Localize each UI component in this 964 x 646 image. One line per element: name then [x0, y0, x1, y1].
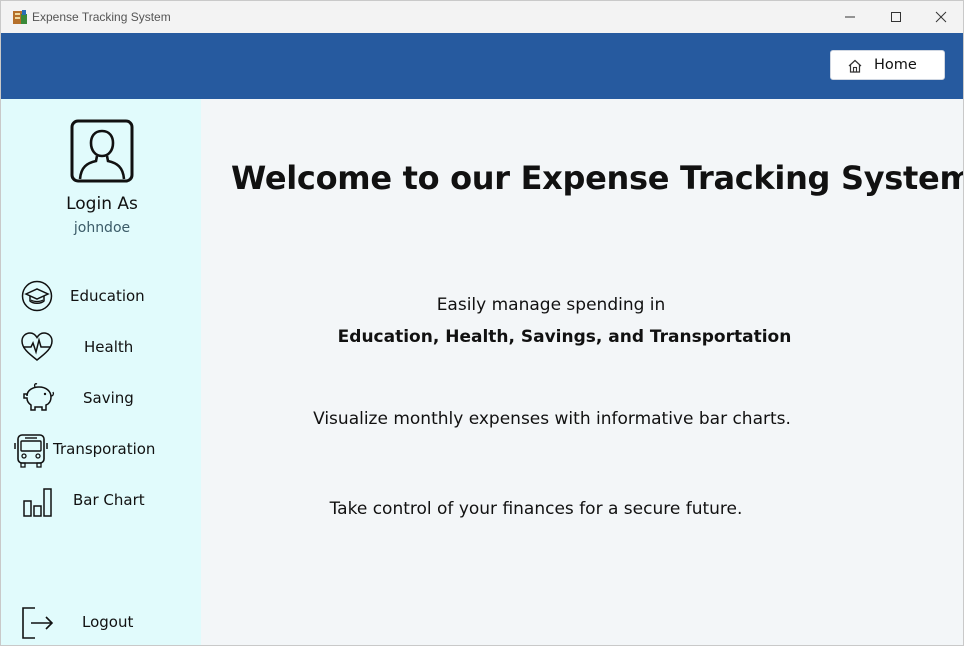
page-title: Welcome to our Expense Tracking System! [231, 159, 964, 197]
sidebar-item-education[interactable]: Education [1, 276, 201, 316]
visualize-text: Visualize monthly expenses with informat… [313, 409, 791, 429]
main-content: Welcome to our Expense Tracking System! … [201, 99, 963, 645]
sidebar-item-label: Saving [83, 389, 134, 407]
minimize-button[interactable] [827, 1, 873, 33]
user-avatar-icon [70, 119, 134, 183]
control-text: Take control of your finances for a secu… [329, 499, 743, 519]
heartbeat-icon [21, 332, 53, 361]
maximize-button[interactable] [873, 1, 919, 33]
sidebar-item-label: Transporation [53, 440, 156, 458]
sidebar: Login As johndoe Education Health Saving… [1, 99, 201, 645]
logout-icon [22, 607, 54, 639]
sidebar-item-label: Health [84, 338, 134, 356]
graduation-cap-icon [21, 280, 53, 312]
maximize-icon [891, 12, 901, 22]
home-button-label: Home [874, 57, 917, 73]
sidebar-item-label: Bar Chart [73, 491, 145, 509]
login-as-label: Login As [66, 194, 138, 214]
sidebar-item-health[interactable]: Health [1, 327, 201, 367]
intro-text: Easily manage spending in [436, 295, 666, 315]
bar-chart-icon [23, 488, 52, 517]
logout-label: Logout [82, 613, 134, 631]
minimize-icon [845, 16, 855, 18]
logout-button[interactable]: Logout [1, 602, 201, 642]
piggy-bank-icon [23, 383, 55, 411]
app-window: Expense Tracking System Home Login As jo… [0, 0, 964, 646]
close-button[interactable] [918, 1, 963, 33]
categories-text: Education, Health, Savings, and Transpor… [337, 327, 792, 347]
sidebar-item-label: Education [70, 287, 145, 305]
top-header: Home [1, 33, 963, 99]
username: johndoe [73, 220, 131, 236]
window-title: Expense Tracking System [32, 10, 171, 24]
sidebar-item-transporation[interactable]: Transporation [1, 429, 201, 469]
sidebar-item-saving[interactable]: Saving [1, 378, 201, 418]
title-bar: Expense Tracking System [1, 1, 963, 33]
home-button[interactable]: Home [830, 50, 945, 80]
ledger-app-icon [13, 10, 27, 24]
house-icon [848, 59, 862, 73]
sidebar-item-bar-chart[interactable]: Bar Chart [1, 480, 201, 520]
close-icon [935, 11, 947, 23]
bus-icon [14, 434, 48, 468]
